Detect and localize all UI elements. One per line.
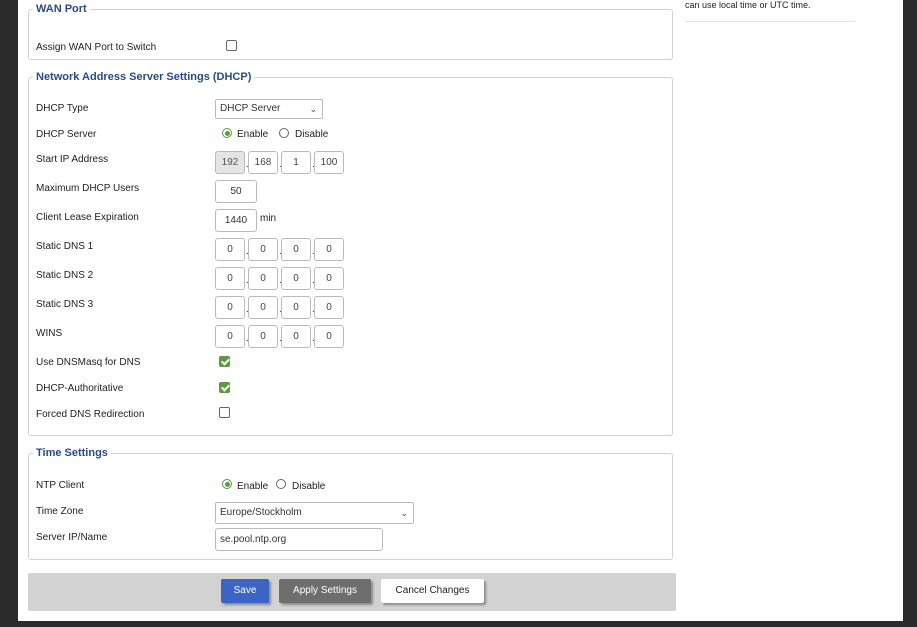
ntp-disable-label: Disable <box>292 481 326 492</box>
dhcp-type-label: DHCP Type <box>36 103 89 114</box>
help-divider <box>685 21 855 22</box>
time-section: Time Settings NTP Client Enable Disable … <box>28 447 673 560</box>
ntp-server-input[interactable]: se.pool.ntp.org <box>215 528 383 551</box>
ntp-row: NTP Client Enable Disable <box>36 479 666 503</box>
ntp-disable-radio[interactable] <box>276 479 286 489</box>
dhcp-section: Network Address Server Settings (DHCP) D… <box>28 71 673 436</box>
wan-port-legend: WAN Port <box>36 3 87 15</box>
wins-row: WINS 0 . 0 . 0 . 0 <box>36 325 666 351</box>
wins-octet-2[interactable]: 0 <box>248 325 278 348</box>
dns3-label: Static DNS 3 <box>36 299 94 310</box>
dns2-label: Static DNS 2 <box>36 270 94 281</box>
authoritative-checkbox[interactable] <box>219 382 230 393</box>
dns2-octet-2[interactable]: 0 <box>248 267 278 290</box>
dns1-octet-3[interactable]: 0 <box>281 238 311 261</box>
help-text: can use local time or UTC time. <box>685 0 811 10</box>
timezone-value: Europe/Stockholm <box>220 507 302 518</box>
dns1-octet-4[interactable]: 0 <box>314 238 344 261</box>
dns2-octet-3[interactable]: 0 <box>281 267 311 290</box>
dns3-octet-4[interactable]: 0 <box>314 296 344 319</box>
dns1-octet-2[interactable]: 0 <box>248 238 278 261</box>
dns1-label: Static DNS 1 <box>36 241 94 252</box>
ntp-enable-label: Enable <box>237 481 269 492</box>
max-users-label: Maximum DHCP Users <box>36 183 140 194</box>
chevron-down-icon: ⌄ <box>400 508 408 518</box>
dhcp-server-row: DHCP Server Enable Disable <box>36 128 666 152</box>
wins-octet-4[interactable]: 0 <box>314 325 344 348</box>
dns1-row: Static DNS 1 0 . 0 . 0 . 0 <box>36 238 666 264</box>
lease-row: Client Lease Expiration 1440 min <box>36 209 666 235</box>
authoritative-row: DHCP-Authoritative <box>36 382 666 406</box>
start-ip-label: Start IP Address <box>36 154 109 165</box>
dns1-octet-1[interactable]: 0 <box>215 238 245 261</box>
max-users-row: Maximum DHCP Users 50 <box>36 180 666 206</box>
timezone-row: Time Zone Europe/Stockholm ⌄ <box>36 502 666 529</box>
ntp-label: NTP Client <box>36 480 85 491</box>
timezone-select[interactable]: Europe/Stockholm ⌄ <box>215 502 414 524</box>
max-users-input[interactable]: 50 <box>215 180 257 203</box>
timezone-label: Time Zone <box>36 506 84 517</box>
dns2-octet-4[interactable]: 0 <box>314 267 344 290</box>
assign-wan-checkbox[interactable] <box>226 40 237 51</box>
start-ip-row: Start IP Address 192 . 168 . 1 . 100 <box>36 151 666 177</box>
lease-input[interactable]: 1440 <box>215 209 257 232</box>
dns3-octet-3[interactable]: 0 <box>281 296 311 319</box>
cancel-changes-button[interactable]: Cancel Changes <box>381 579 484 603</box>
dns2-octet-1[interactable]: 0 <box>215 267 245 290</box>
save-button[interactable]: Save <box>221 579 269 603</box>
lease-label: Client Lease Expiration <box>36 212 139 223</box>
assign-wan-row: Assign WAN Port to Switch <box>36 40 666 65</box>
dns2-row: Static DNS 2 0 . 0 . 0 . 0 <box>36 267 666 293</box>
dhcp-type-row: DHCP Type DHCP Server ⌄ <box>36 99 666 126</box>
time-legend: Time Settings <box>36 447 108 459</box>
wan-port-section: WAN Port Assign WAN Port to Switch <box>28 3 673 60</box>
forced-dns-checkbox[interactable] <box>219 407 230 418</box>
wins-octet-3[interactable]: 0 <box>281 325 311 348</box>
dhcp-server-enable-label: Enable <box>237 129 269 140</box>
apply-settings-button[interactable]: Apply Settings <box>279 579 371 603</box>
dhcp-server-disable-radio[interactable] <box>279 128 289 138</box>
ntp-enable-radio[interactable] <box>222 479 232 489</box>
dns3-row: Static DNS 3 0 . 0 . 0 . 0 <box>36 296 666 322</box>
chevron-down-icon: ⌄ <box>309 104 317 114</box>
settings-panel: WAN Port Assign WAN Port to Switch Netwo… <box>18 0 903 621</box>
forced-dns-label: Forced DNS Redirection <box>36 409 145 420</box>
dns3-octet-1[interactable]: 0 <box>215 296 245 319</box>
dnsmasq-checkbox[interactable] <box>219 356 230 367</box>
wins-label: WINS <box>36 328 63 339</box>
start-ip-octet-3: 1 <box>281 151 311 174</box>
dhcp-legend: Network Address Server Settings (DHCP) <box>36 71 252 83</box>
wins-octet-1[interactable]: 0 <box>215 325 245 348</box>
authoritative-label: DHCP-Authoritative <box>36 383 124 394</box>
dhcp-server-enable-radio[interactable] <box>222 128 232 138</box>
dhcp-server-label: DHCP Server <box>36 129 97 140</box>
dnsmasq-label: Use DNSMasq for DNS <box>36 357 141 368</box>
start-ip-octet-2: 168 <box>248 151 278 174</box>
dnsmasq-row: Use DNSMasq for DNS <box>36 356 666 380</box>
ntp-server-label: Server IP/Name <box>36 532 108 543</box>
dhcp-type-value: DHCP Server <box>220 103 281 114</box>
assign-wan-label: Assign WAN Port to Switch <box>36 42 157 53</box>
lease-unit: min <box>260 213 277 224</box>
button-bar: Save Apply Settings Cancel Changes <box>28 573 676 611</box>
start-ip-octet-4[interactable]: 100 <box>314 151 344 174</box>
dhcp-server-disable-label: Disable <box>295 129 329 140</box>
forced-dns-row: Forced DNS Redirection <box>36 407 666 432</box>
dhcp-type-select[interactable]: DHCP Server ⌄ <box>215 99 323 119</box>
dns3-octet-2[interactable]: 0 <box>248 296 278 319</box>
ntp-server-row: Server IP/Name se.pool.ntp.org <box>36 528 666 555</box>
start-ip-octet-1: 192 <box>215 151 245 174</box>
